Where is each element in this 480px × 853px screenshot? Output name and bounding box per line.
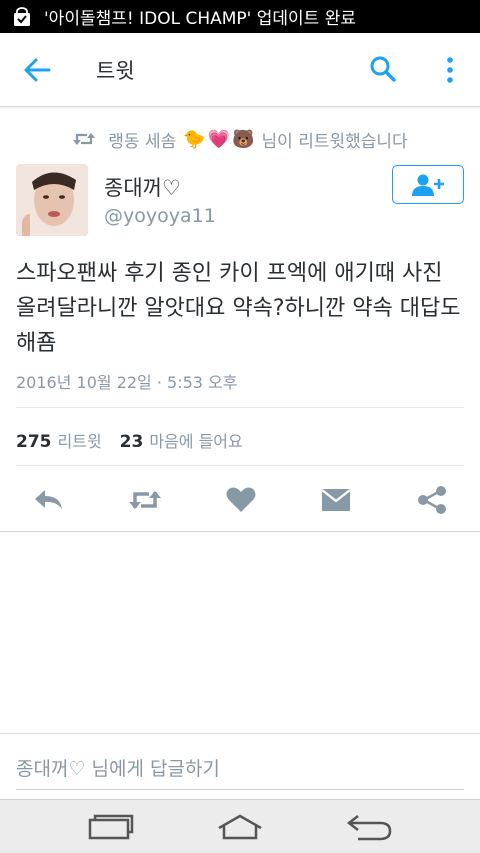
add-user-icon [412,174,444,196]
app-bar: 트윗 [0,33,480,107]
emoji-heart: 💗 [207,128,231,150]
recent-apps-icon[interactable] [86,812,136,842]
system-nav-bar [0,799,480,853]
retweet-action-icon[interactable] [127,486,163,514]
like-count-label[interactable]: 마음에 들어요 [149,428,242,452]
emoji-chick: 🐤 [183,128,206,150]
tweet-timestamp: 2016년 10월 22일 · 5:53 오후 [16,373,238,392]
follow-button[interactable] [392,165,464,204]
share-icon[interactable] [416,486,448,514]
retweeter-name[interactable]: 랭동 세솜 [108,127,176,152]
reply-underline [16,789,464,790]
back-arrow-icon[interactable] [22,55,52,85]
display-name[interactable]: 종대꺼♡ [104,172,181,202]
home-icon[interactable] [215,812,265,842]
like-count[interactable]: 23 [120,432,144,452]
divider [16,407,464,408]
user-handle[interactable]: @yoyoya11 [104,205,216,227]
heart-icon[interactable] [225,486,257,514]
emoji-bear: 🐻 [232,128,255,150]
status-bar: '아이돌챔프! IDOL CHAMP' 업데이트 완료 [0,0,480,33]
page-title: 트윗 [96,59,135,83]
divider [16,465,464,466]
back-nav-icon[interactable] [344,812,394,842]
retweet-count-label[interactable]: 리트윗 [58,428,102,452]
retweet-context: 랭동 세솜 🐤 💗 🐻 님이 리트윗했습니다 [0,125,480,153]
tweet-stats: 275 리트윗 23 마음에 들어요 [16,428,243,452]
tweet-text: 스파오팬싸 후기 종인 카이 프엑에 애기때 사진 올려달라니깐 알앗대요 약속… [16,261,461,356]
retweet-suffix: 님이 리트윗했습니다 [261,131,408,152]
avatar[interactable] [16,164,88,236]
status-notification-text: '아이돌챔프! IDOL CHAMP' 업데이트 완료 [44,9,356,29]
reply-icon[interactable] [32,486,64,514]
avatar-photo [16,164,88,236]
search-icon[interactable] [368,54,398,84]
divider [0,531,480,532]
more-vert-icon[interactable] [440,55,460,85]
reply-input[interactable]: 종대꺼♡ 님에게 답글하기 [16,754,220,781]
divider [0,733,480,734]
retweet-icon [73,133,96,145]
shopping-bag-icon [14,6,30,26]
retweet-count[interactable]: 275 [16,432,52,452]
message-icon[interactable] [320,486,352,514]
tweet-actions [0,478,480,522]
